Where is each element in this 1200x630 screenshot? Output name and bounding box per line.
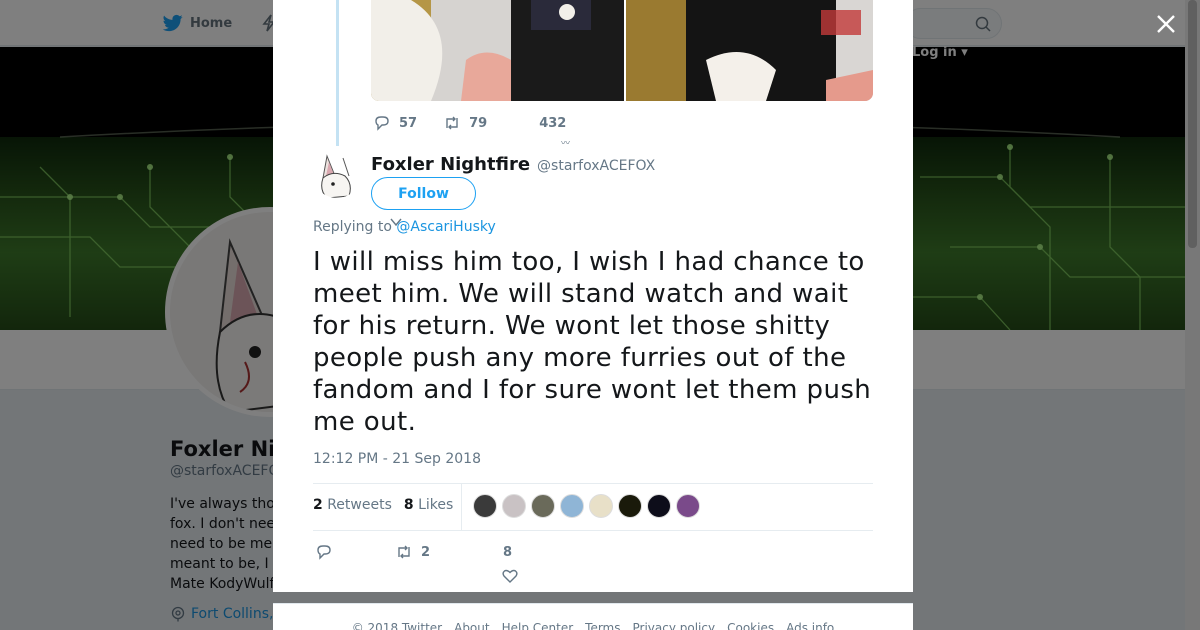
heart-icon (502, 569, 518, 583)
liker-avatar[interactable] (531, 494, 555, 518)
tweet-text: I will miss him too, I wish I had chance… (313, 247, 872, 437)
reply-button[interactable] (315, 543, 333, 561)
like-count: 432 (539, 115, 567, 131)
likes-count: 8 (403, 497, 414, 513)
reply-button[interactable]: 57 (373, 114, 417, 132)
replying-handle-link[interactable]: @AscariHusky (396, 219, 495, 235)
thread-connector (336, 0, 339, 146)
footer-link[interactable]: Help Center (502, 621, 574, 630)
footer-links: © 2018 Twitter About Help Center Terms Priva… (273, 621, 913, 630)
retweets-label: Retweets (327, 497, 392, 513)
reply-icon (317, 545, 331, 560)
liker-avatar[interactable] (618, 494, 642, 518)
liker-avatar[interactable] (473, 494, 497, 518)
like-count-label: 8 (503, 545, 512, 560)
retweets-count: 2 (313, 497, 323, 513)
replying-to: Replying to @AscariHusky (313, 219, 496, 235)
retweet-button[interactable]: 2 (395, 543, 430, 561)
retweet-icon (398, 545, 410, 559)
close-icon[interactable] (1155, 13, 1177, 35)
follow-button[interactable]: Follow (371, 177, 476, 210)
liker-avatar[interactable] (676, 494, 700, 518)
author-name-row[interactable]: Foxler Nightfire @starfoxACEFOX (371, 154, 655, 175)
tweet-timestamp[interactable]: 12:12 PM - 21 Sep 2018 (313, 451, 481, 467)
liker-avatar[interactable] (502, 494, 526, 518)
tweet-photo[interactable] (371, 0, 624, 101)
reply-icon (375, 116, 389, 131)
likes-stat[interactable]: 8 Likes (404, 497, 453, 513)
likes-label: Likes (418, 497, 454, 513)
liker-avatar[interactable] (589, 494, 613, 518)
replying-prefix: Replying to (313, 219, 392, 235)
retweet-icon (446, 116, 458, 130)
author-fullname[interactable]: Foxler Nightfire (371, 154, 530, 175)
reply-count: 57 (399, 115, 418, 131)
footer-link[interactable]: Cookies (727, 621, 774, 630)
previous-tweet-actions: 57 79 432 (373, 114, 566, 132)
footer-link[interactable]: Privacy policy (633, 621, 716, 630)
heart-animation-icon: 〰 (561, 139, 571, 149)
like-button[interactable]: 432 (539, 116, 566, 131)
like-count: 8 (503, 545, 513, 560)
retweets-stat[interactable]: 2 Retweets (313, 497, 392, 513)
liker-avatar[interactable] (647, 494, 671, 518)
liker-avatar[interactable] (560, 494, 584, 518)
likers-avatars (473, 494, 700, 518)
author-handle[interactable]: @starfoxACEFOX (537, 158, 655, 174)
like-button[interactable] (501, 567, 519, 585)
tweet-modal: 57 79 432 〰 Foxler Nightfire @starfoxACE… (273, 0, 913, 592)
footer: © 2018 Twitter About Help Center Terms Priva… (273, 603, 913, 630)
footer-link[interactable]: Ads info (786, 621, 834, 630)
stats-divider (461, 484, 462, 530)
footer-link[interactable]: Terms (585, 621, 620, 630)
footer-link[interactable]: © 2018 Twitter (352, 621, 442, 630)
retweet-button[interactable]: 79 (443, 114, 487, 132)
author-avatar[interactable] (313, 150, 361, 198)
retweet-count: 79 (469, 115, 488, 131)
footer-link[interactable]: About (454, 621, 489, 630)
tweet-stats: 2 Retweets 8 Likes (313, 483, 873, 531)
retweet-count: 2 (421, 544, 431, 560)
tweet-photo[interactable] (626, 0, 873, 101)
